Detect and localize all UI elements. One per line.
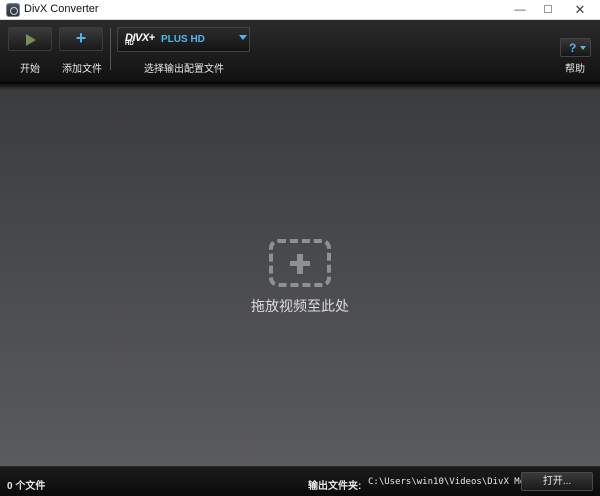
play-icon (26, 34, 36, 46)
divx-logo-hd: HD (125, 41, 134, 47)
start-label: 开始 (20, 64, 40, 75)
status-bar: 0 个文件 输出文件夹: C:\Users\win10\Videos\DivX … (0, 466, 600, 496)
chevron-down-icon (239, 35, 247, 40)
add-file-button[interactable]: + (59, 27, 103, 51)
toolbar-divider (110, 28, 111, 70)
toolbar-shadow (0, 82, 600, 90)
add-file-label: 添加文件 (62, 64, 102, 75)
plus-icon: + (75, 28, 87, 48)
close-button[interactable]: ✕ (566, 0, 594, 20)
output-profile-dropdown[interactable]: DIVX+ HD PLUS HD (117, 27, 250, 52)
file-count: 0 个文件 (7, 481, 46, 492)
maximize-button[interactable] (534, 0, 562, 20)
video-drop-area[interactable]: 拖放视频至此处 (0, 90, 600, 466)
window-title: DivX Converter (24, 3, 99, 15)
output-folder-path: C:\Users\win10\Videos\DivX Movies (368, 477, 547, 487)
drop-hint-text: 拖放视频至此处 (251, 298, 349, 314)
help-icon: ? (569, 41, 577, 55)
help-button[interactable]: ? (560, 38, 591, 57)
minimize-button[interactable]: — (506, 0, 534, 20)
toolbar: + 开始 添加文件 DIVX+ HD PLUS HD 选择输出配置文件 ? 帮助 (0, 20, 600, 82)
start-button[interactable] (8, 27, 52, 51)
title-bar: DivX Converter — ✕ (0, 0, 600, 20)
output-folder-label: 输出文件夹: (308, 481, 362, 492)
help-label: 帮助 (565, 64, 585, 75)
profile-name: PLUS HD (161, 34, 205, 45)
divx-app-icon (6, 3, 20, 17)
chevron-down-icon (580, 46, 586, 50)
output-profile-label: 选择输出配置文件 (144, 64, 224, 75)
maximize-icon (544, 5, 552, 14)
open-folder-button[interactable]: 打开... (521, 472, 593, 491)
add-video-icon[interactable] (269, 239, 331, 287)
